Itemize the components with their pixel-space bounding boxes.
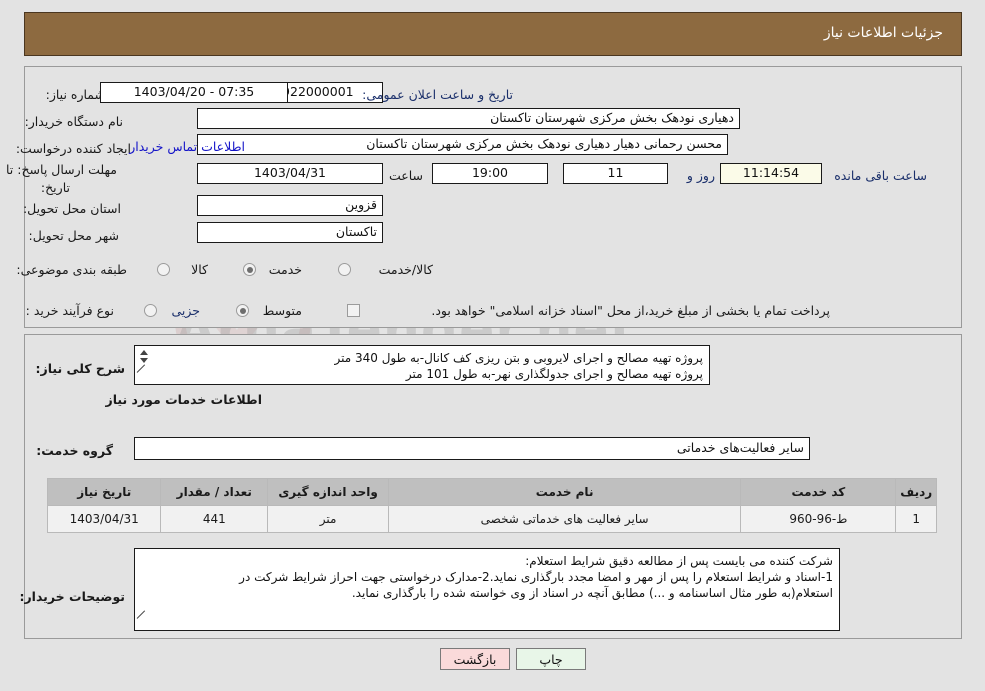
radio-category-service[interactable] — [243, 263, 256, 276]
cell-quantity: 441 — [160, 505, 269, 533]
print-button[interactable]: چاپ — [516, 648, 586, 670]
services-table: ردیف کد خدمت نام خدمت واحد اندازه گیری ت… — [46, 478, 937, 533]
cell-name: سایر فعالیت های خدماتی شخصی — [387, 505, 742, 533]
requester-label: ایجاد کننده درخواست: — [15, 141, 131, 156]
cell-row: 1 — [895, 505, 937, 533]
table-header-row: ردیف کد خدمت نام خدمت واحد اندازه گیری ت… — [46, 478, 937, 506]
col-date: تاریخ نیاز — [46, 478, 162, 506]
deadline-label-line1: مهلت ارسال پاسخ: تا — [6, 162, 117, 177]
cell-unit: متر — [267, 505, 389, 533]
buyer-org-field[interactable]: دهیاری نودهک بخش مرکزی شهرستان تاکستان — [197, 108, 740, 129]
deadline-hour-field[interactable]: 19:00 — [432, 163, 548, 184]
radio-category-service-label: خدمت — [268, 262, 302, 277]
overview-label: شرح کلی نیاز: — [35, 361, 125, 376]
scroll-up-icon[interactable] — [139, 350, 148, 355]
radio-process-medium-label: متوسط — [262, 303, 302, 318]
buyer-notes-textarea[interactable]: شرکت کننده می بایست پس از مطالعه دقیق شر… — [134, 548, 840, 631]
need-info-panel — [24, 66, 962, 328]
city-label: شهر محل تحویل: — [28, 228, 119, 243]
treasury-bond-label: پرداخت تمام یا بخشی از مبلغ خرید،از محل … — [431, 303, 830, 318]
col-code: کد خدمت — [740, 478, 897, 506]
back-button[interactable]: بازگشت — [440, 648, 510, 670]
buyer-contact-link[interactable]: اطلاعات تماس خریدار — [129, 139, 245, 154]
remaining-time-field[interactable]: 11:14:54 — [720, 163, 822, 184]
overview-resize-handle[interactable] — [136, 364, 148, 383]
buyer-notes-label: توضیحات خریدار: — [19, 589, 125, 604]
category-label: طبقه بندی موضوعی: — [16, 262, 127, 277]
remaining-days-label: روز و — [686, 168, 715, 183]
services-section-title: اطلاعات خدمات مورد نیاز — [105, 392, 263, 407]
requester-field[interactable]: محسن رحمانی دهیار دهیاری نودهک بخش مرکزی… — [197, 134, 728, 155]
city-field[interactable]: تاکستان — [197, 222, 383, 243]
need-number-label: شماره نیاز: — [45, 87, 105, 102]
col-quantity: تعداد / مقدار — [160, 478, 269, 506]
col-row: ردیف — [895, 478, 937, 506]
col-name: نام خدمت — [387, 478, 742, 506]
page-title: جزئیات اطلاعات نیاز — [823, 25, 943, 41]
radio-category-goods-label: کالا — [191, 262, 208, 277]
header-bar: جزئیات اطلاعات نیاز — [24, 12, 962, 56]
buyer-notes-line-1: شرکت کننده می بایست پس از مطالعه دقیق شر… — [525, 554, 833, 568]
radio-process-minor-label: جزیی — [171, 303, 200, 318]
province-label: استان محل تحویل: — [22, 201, 121, 216]
scroll-down-icon[interactable] — [139, 358, 148, 363]
radio-category-goods-service[interactable] — [338, 263, 351, 276]
radio-process-medium[interactable] — [236, 304, 249, 317]
overview-line-1: پروژه تهیه مصالح و اجرای لایروبی و بتن ر… — [334, 351, 704, 365]
province-field[interactable]: قزوین — [197, 195, 383, 216]
buyer-notes-resize-handle[interactable] — [136, 610, 148, 629]
deadline-date-field[interactable]: 1403/04/31 — [197, 163, 383, 184]
cell-date: 1403/04/31 — [46, 505, 162, 533]
overview-textarea[interactable]: پروژه تهیه مصالح و اجرای لایروبی و بتن ر… — [134, 345, 710, 385]
radio-process-minor[interactable] — [144, 304, 157, 317]
remaining-time-label: ساعت باقی مانده — [834, 168, 927, 183]
buyer-notes-line-3: استعلام(به طور مثال اساسنامه و ...) مطاب… — [351, 586, 833, 600]
announce-datetime-label: تاریخ و ساعت اعلان عمومی: — [362, 87, 513, 102]
radio-category-goods[interactable] — [157, 263, 170, 276]
table-row: 1 ط-96-960 سایر فعالیت های خدماتی شخصی م… — [46, 505, 937, 533]
cell-code: ط-96-960 — [740, 505, 897, 533]
buyer-notes-line-2: 1-اسناد و شرایط استعلام را پس از مهر و ا… — [239, 570, 833, 584]
radio-category-goods-service-label: کالا/خدمت — [378, 262, 433, 277]
announce-datetime-field[interactable]: 1403/04/20 - 07:35 — [100, 82, 288, 103]
process-type-label: نوع فرآیند خرید : — [25, 303, 114, 318]
service-group-label: گروه خدمت: — [36, 443, 113, 458]
remaining-days-field[interactable]: 11 — [563, 163, 668, 184]
deadline-label-line2: تاریخ: — [40, 180, 70, 195]
service-group-field[interactable]: سایر فعالیت‌های خدماتی — [134, 437, 810, 460]
treasury-bond-checkbox[interactable] — [347, 304, 360, 317]
col-unit: واحد اندازه گیری — [267, 478, 389, 506]
deadline-hour-label: ساعت — [388, 168, 423, 183]
overview-line-2: پروژه تهیه مصالح و اجرای جدولگذاری نهر-ب… — [405, 367, 703, 381]
page-root: ArhaTender.net endProj جزئیات اطلاعات نی… — [0, 0, 985, 691]
buyer-org-label: نام دستگاه خریدار: — [24, 114, 123, 129]
